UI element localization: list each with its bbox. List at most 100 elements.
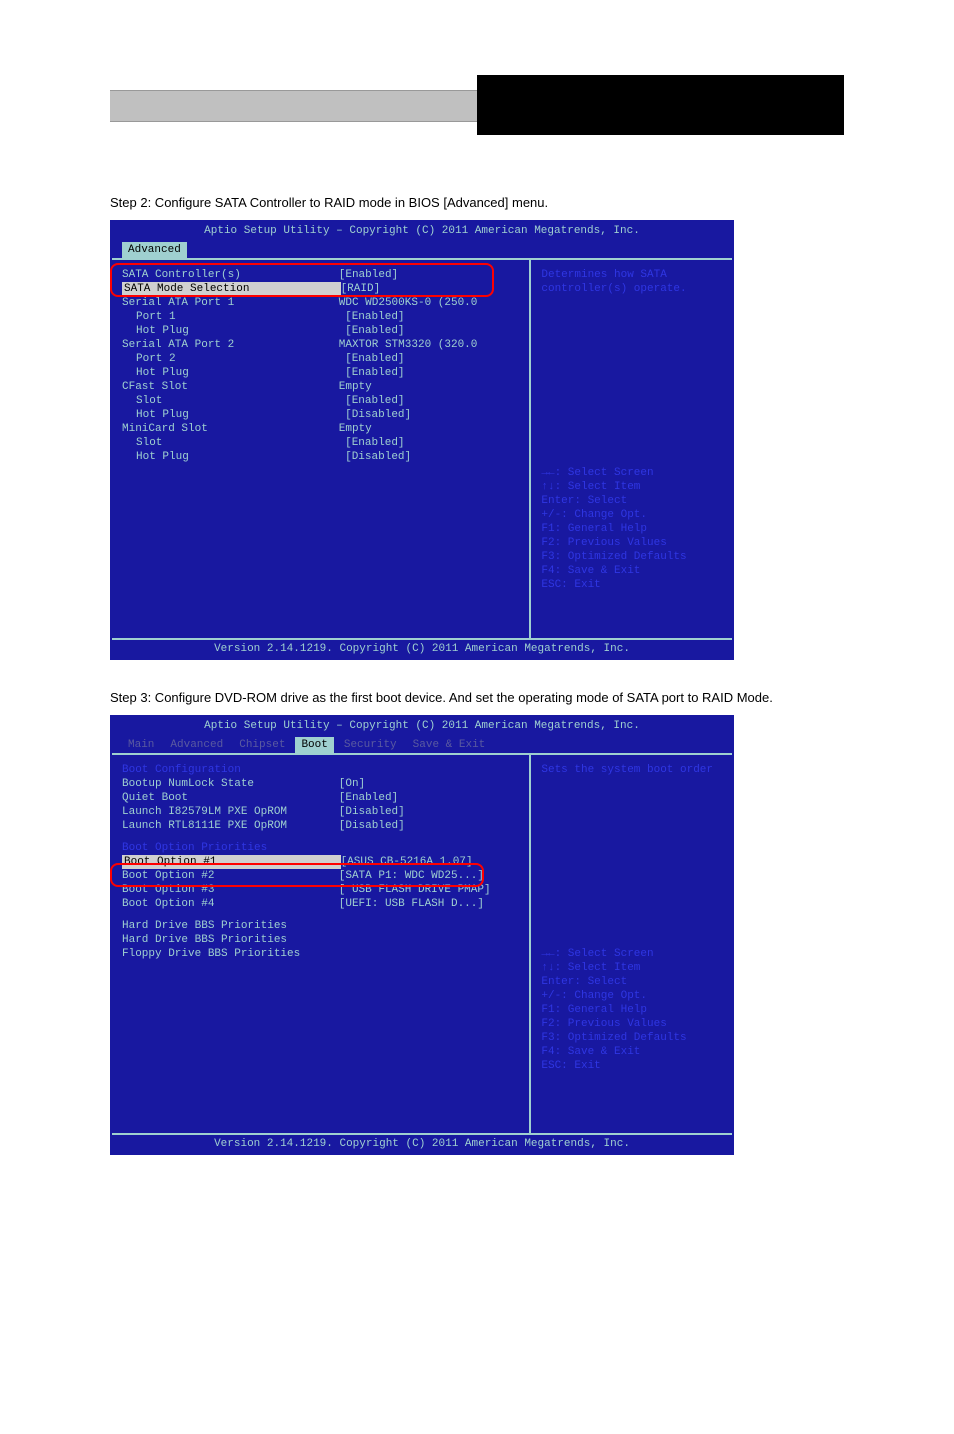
sata-setting-row[interactable]: Serial ATA Port 2MAXTOR STM3320 (320.0 [122,338,519,352]
nav-esc: ESC: Exit [541,578,722,592]
boot-priorities-heading: Boot Option Priorities [122,841,519,855]
nav-enter: Enter: Select [541,494,722,508]
sata-setting-label: Slot [122,394,345,408]
nav-select-screen: →←: Select Screen [541,466,722,480]
nav-f2: F2: Previous Values [541,536,722,550]
sata-setting-value: [Enabled] [345,436,519,450]
sata-setting-value: Empty [339,380,520,394]
sata-setting-label: CFast Slot [122,380,339,394]
sata-setting-label: Slot [122,436,345,450]
sata-setting-row[interactable]: Hot Plug[Enabled] [122,324,519,338]
bios-help-panel: Determines how SATA controller(s) operat… [531,258,732,638]
boot-option-label: Boot Option #3 [122,883,339,897]
bios-screen-boot: Aptio Setup Utility – Copyright (C) 2011… [110,715,734,1155]
sata-setting-row[interactable]: Slot[Enabled] [122,436,519,450]
page-header [110,90,844,135]
bbs-priority-row[interactable]: Floppy Drive BBS Priorities [122,947,519,961]
boot-option-value: [ USB FLASH DRIVE PMAP] [339,883,520,897]
header-left-bar [110,90,477,122]
sata-setting-row[interactable]: Port 2[Enabled] [122,352,519,366]
boot-config-value: [Enabled] [339,791,520,805]
boot-option-label: Boot Option #1 [122,855,341,869]
sata-setting-value: [Enabled] [345,324,519,338]
boot-config-row[interactable]: Launch I82579LM PXE OpROM[Disabled] [122,805,519,819]
sata-setting-row[interactable]: Slot[Enabled] [122,394,519,408]
step2-caption: Step 2: Configure SATA Controller to RAI… [110,195,844,210]
sata-setting-row[interactable]: Port 1[Enabled] [122,310,519,324]
help-text-2: Sets the system boot order [541,763,722,777]
nav-change: +/-: Change Opt. [541,508,722,522]
bios-left-panel: SATA Controller(s)[Enabled]SATA Mode Sel… [112,258,531,638]
bbs-priority-value [339,947,520,961]
bbs-priority-value [339,933,520,947]
bios-footer-2: Version 2.14.1219. Copyright (C) 2011 Am… [112,1133,732,1153]
tab-boot[interactable]: Boot [295,737,333,753]
bbs-priority-row[interactable]: Hard Drive BBS Priorities [122,919,519,933]
sata-setting-row[interactable]: Hot Plug[Disabled] [122,408,519,422]
boot-option-row[interactable]: Boot Option #3[ USB FLASH DRIVE PMAP] [122,883,519,897]
sata-setting-label: Hot Plug [122,450,345,464]
bios-footer: Version 2.14.1219. Copyright (C) 2011 Am… [112,638,732,658]
boot-config-value: [On] [339,777,520,791]
sata-setting-row[interactable]: CFast SlotEmpty [122,380,519,394]
sata-setting-value: WDC WD2500KS-0 (250.0 [339,296,520,310]
boot-config-row[interactable]: Quiet Boot[Enabled] [122,791,519,805]
sata-setting-value: Empty [339,422,520,436]
tab-save-exit[interactable]: Save & Exit [407,737,492,753]
bbs-priority-label: Floppy Drive BBS Priorities [122,947,339,961]
nav-select-item-2: ↑↓: Select Item [541,961,722,975]
boot-option-value: [UEFI: USB FLASH D...] [339,897,520,911]
sata-setting-label: Hot Plug [122,408,345,422]
sata-setting-row[interactable]: Serial ATA Port 1WDC WD2500KS-0 (250.0 [122,296,519,310]
bios-tabs-row: Advanced [112,240,732,258]
boot-config-value: [Disabled] [339,805,520,819]
bbs-priority-row[interactable]: Hard Drive BBS Priorities [122,933,519,947]
nav-enter-2: Enter: Select [541,975,722,989]
nav-select-screen-2: →←: Select Screen [541,947,722,961]
boot-option-label: Boot Option #4 [122,897,339,911]
bbs-priority-value [339,919,520,933]
boot-config-row[interactable]: Launch RTL8111E PXE OpROM[Disabled] [122,819,519,833]
nav-f4: F4: Save & Exit [541,564,722,578]
boot-config-label: Launch RTL8111E PXE OpROM [122,819,339,833]
sata-setting-row[interactable]: SATA Controller(s)[Enabled] [122,268,519,282]
sata-setting-row[interactable]: Hot Plug[Enabled] [122,366,519,380]
boot-option-row[interactable]: Boot Option #4[UEFI: USB FLASH D...] [122,897,519,911]
sata-setting-label: Serial ATA Port 1 [122,296,339,310]
boot-option-row[interactable]: Boot Option #1[ASUS CB-5216A 1.07] [122,855,519,869]
sata-setting-value: [Enabled] [345,366,519,380]
sata-setting-row[interactable]: MiniCard SlotEmpty [122,422,519,436]
boot-config-heading: Boot Configuration [122,763,519,777]
boot-option-label: Boot Option #2 [122,869,339,883]
boot-config-label: Bootup NumLock State [122,777,339,791]
nav-select-item: ↑↓: Select Item [541,480,722,494]
help-text: Determines how SATA controller(s) operat… [541,268,722,296]
sata-setting-value: [Enabled] [345,310,519,324]
sata-setting-label: MiniCard Slot [122,422,339,436]
boot-config-value: [Disabled] [339,819,520,833]
bios-title: Aptio Setup Utility – Copyright (C) 2011… [112,222,732,240]
tab-advanced[interactable]: Advanced [122,242,187,258]
tab-chipset[interactable]: Chipset [233,737,291,753]
sata-setting-value: MAXTOR STM3320 (320.0 [339,338,520,352]
sata-setting-value: [Disabled] [345,408,519,422]
nav-f3: F3: Optimized Defaults [541,550,722,564]
sata-setting-value: [Disabled] [345,450,519,464]
bios-screen-advanced: Aptio Setup Utility – Copyright (C) 2011… [110,220,734,660]
bios-help-panel-2: Sets the system boot order →←: Select Sc… [531,753,732,1133]
nav-keys: →←: Select Screen ↑↓: Select Item Enter:… [541,466,722,592]
boot-config-label: Quiet Boot [122,791,339,805]
boot-option-value: [ASUS CB-5216A 1.07] [341,855,520,869]
sata-setting-row[interactable]: Hot Plug[Disabled] [122,450,519,464]
nav-f4-2: F4: Save & Exit [541,1045,722,1059]
sata-setting-row[interactable]: SATA Mode Selection[RAID] [122,282,519,296]
tab-advanced-2[interactable]: Advanced [164,737,229,753]
tab-security[interactable]: Security [338,737,403,753]
boot-option-value: [SATA P1: WDC WD25...] [339,869,520,883]
tab-main[interactable]: Main [122,737,160,753]
bbs-priority-label: Hard Drive BBS Priorities [122,933,339,947]
boot-config-row[interactable]: Bootup NumLock State[On] [122,777,519,791]
sata-setting-value: [Enabled] [345,394,519,408]
boot-option-row[interactable]: Boot Option #2[SATA P1: WDC WD25...] [122,869,519,883]
sata-setting-value: [Enabled] [339,268,520,282]
